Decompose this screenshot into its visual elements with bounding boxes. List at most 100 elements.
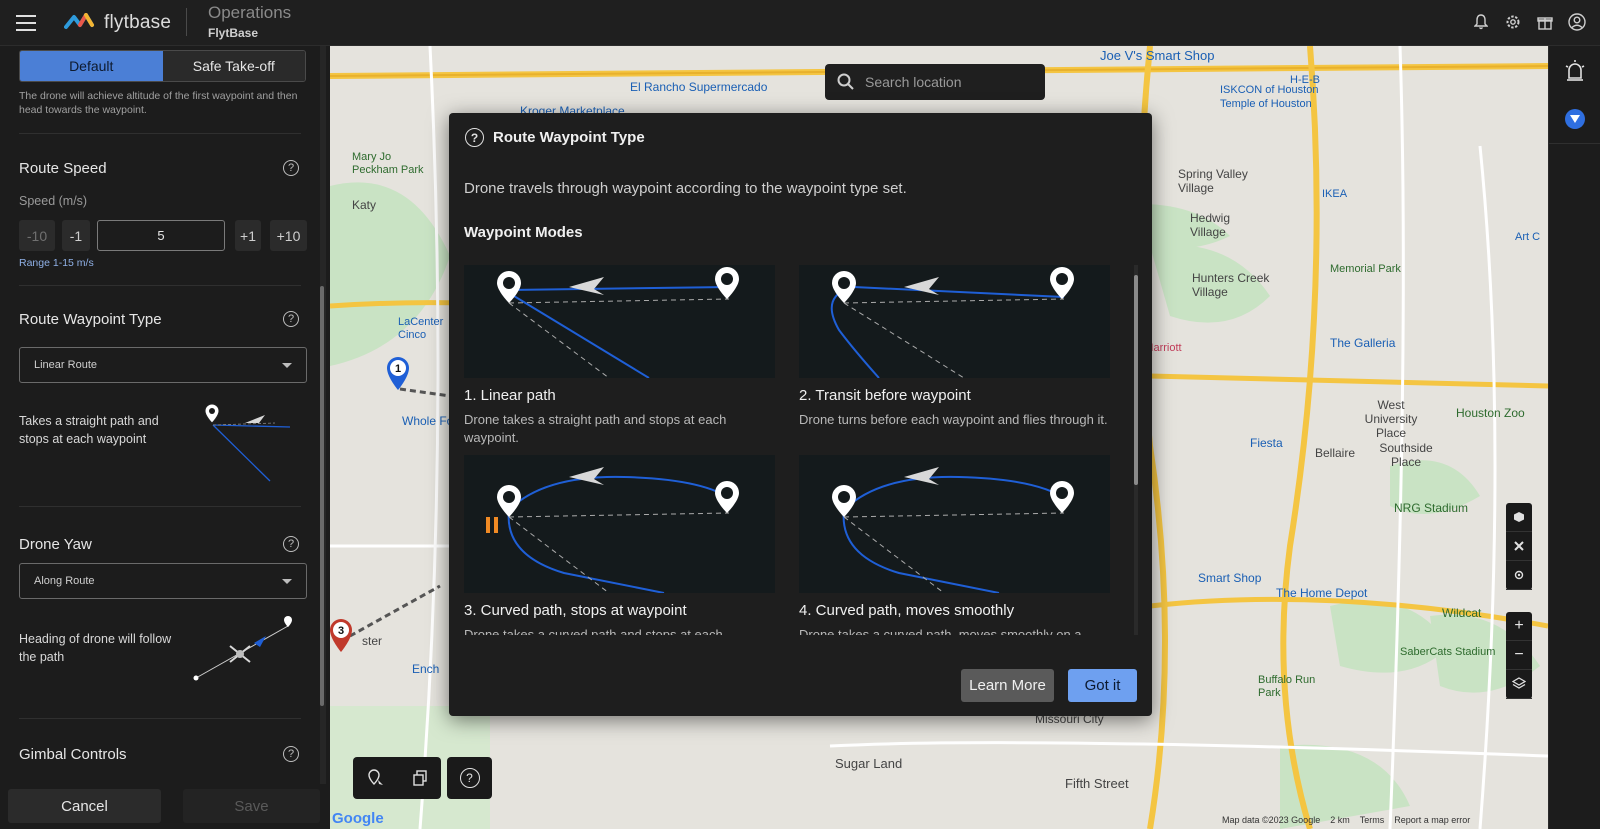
speed-minus-10-button[interactable]: -10 bbox=[19, 220, 55, 251]
map-label: Smart Shop bbox=[1198, 571, 1262, 585]
speed-plus-10-button[interactable]: +10 bbox=[270, 220, 307, 251]
help-icon: ? bbox=[465, 128, 484, 147]
linear-route-illustration bbox=[195, 401, 295, 491]
dialog-scrollbar[interactable] bbox=[1134, 265, 1138, 635]
map-label: Temple of Houston bbox=[1220, 98, 1312, 110]
section-divider bbox=[19, 506, 301, 507]
sidebar-scrollbar[interactable] bbox=[320, 46, 326, 784]
learn-more-button[interactable]: Learn More bbox=[961, 669, 1054, 702]
logo-divider bbox=[186, 8, 187, 36]
map-label: Sugar Land bbox=[835, 756, 903, 771]
hamburger-menu-icon[interactable] bbox=[16, 15, 36, 31]
locate-icon[interactable] bbox=[1506, 561, 1532, 590]
search-location-input[interactable]: Search location bbox=[825, 64, 1045, 100]
layers-icon[interactable] bbox=[1506, 670, 1532, 699]
map-label: Hedwig Village bbox=[1190, 211, 1231, 239]
logo-text: flytbase bbox=[104, 12, 172, 33]
mode-safe-takeoff-tab[interactable]: Safe Take-off bbox=[162, 51, 305, 81]
copy-icon[interactable] bbox=[412, 770, 428, 786]
map-report-link[interactable]: Report a map error bbox=[1394, 815, 1470, 825]
gimbal-help-icon[interactable]: ? bbox=[283, 746, 299, 762]
waypoint-type-title: Route Waypoint Type bbox=[19, 311, 162, 328]
map-view-controls bbox=[1506, 503, 1532, 590]
transit-before-waypoint-illustration bbox=[799, 265, 1110, 379]
map-label: Fifth Street bbox=[1065, 776, 1129, 791]
waypoint-marker-1[interactable]: 1 bbox=[385, 356, 411, 392]
gimbal-controls-title: Gimbal Controls bbox=[19, 746, 127, 763]
add-waypoint-icon[interactable] bbox=[367, 769, 385, 787]
mode-note: The drone will achieve altitude of the f… bbox=[19, 90, 298, 116]
speed-range-hint: Range 1-15 m/s bbox=[19, 257, 94, 269]
gift-icon[interactable] bbox=[1536, 13, 1554, 31]
bell-icon[interactable] bbox=[1472, 13, 1490, 31]
map-terms-link[interactable]: Terms bbox=[1360, 815, 1385, 825]
speed-label: Speed (m/s) bbox=[19, 194, 88, 208]
app-title: Operations bbox=[208, 3, 292, 22]
zoom-controls: + − bbox=[1506, 612, 1532, 699]
map-label: Fiesta bbox=[1250, 436, 1283, 450]
mode-description: Drone takes a straight path and stops at… bbox=[464, 412, 727, 445]
map-label: The Galleria bbox=[1330, 336, 1396, 350]
map-label: Joe V's Smart Shop bbox=[1100, 48, 1215, 63]
mode-default-tab[interactable]: Default bbox=[20, 51, 163, 81]
3d-view-icon[interactable] bbox=[1506, 503, 1532, 532]
section-divider bbox=[19, 133, 301, 134]
google-logo: Google bbox=[332, 810, 384, 827]
drone-yaw-select[interactable]: Along Route bbox=[19, 563, 307, 599]
map-attribution: Map data ©2023 Google bbox=[1222, 815, 1321, 825]
cancel-button[interactable]: Cancel bbox=[8, 789, 161, 823]
map-label: Ench bbox=[412, 662, 440, 676]
map-label: ster bbox=[362, 634, 383, 648]
map-label: Mary Jo Peckham Park bbox=[352, 151, 424, 176]
waypoint-type-select[interactable]: Linear Route bbox=[19, 347, 307, 383]
route-waypoint-type-dialog: ? Route Waypoint Type Drone travels thro… bbox=[449, 113, 1152, 716]
takeoff-mode-toggle: Default Safe Take-off bbox=[19, 50, 306, 82]
navigation-icon[interactable] bbox=[1564, 108, 1586, 130]
top-bar: flytbase Operations FlytBase bbox=[0, 0, 1600, 46]
mode-title: 1. Linear path bbox=[464, 387, 556, 404]
map-label: Memorial Park bbox=[1330, 263, 1401, 275]
zoom-in-icon[interactable]: + bbox=[1506, 612, 1532, 641]
map-label: SaberCats Stadium bbox=[1400, 646, 1496, 658]
drone-yaw-description: Heading of drone will follow the path bbox=[19, 632, 172, 664]
map-label: ISKCON of Houston bbox=[1220, 84, 1319, 96]
curved-path-smooth-illustration bbox=[799, 455, 1110, 594]
map-label: El Rancho Supermercado bbox=[630, 80, 768, 94]
waypoint-type-help-icon[interactable]: ? bbox=[283, 311, 299, 327]
save-button[interactable]: Save bbox=[183, 789, 320, 823]
mode-description: Drone turns before each waypoint and fli… bbox=[799, 412, 1108, 427]
alarm-light-icon[interactable] bbox=[1565, 60, 1585, 82]
route-speed-title: Route Speed bbox=[19, 160, 107, 177]
map-label: West University Place bbox=[1364, 398, 1418, 440]
speed-input[interactable]: 5 bbox=[97, 220, 225, 251]
got-it-button[interactable]: Got it bbox=[1068, 669, 1137, 702]
section-divider bbox=[19, 718, 301, 719]
route-speed-help-icon[interactable]: ? bbox=[283, 160, 299, 176]
drone-yaw-title: Drone Yaw bbox=[19, 536, 92, 553]
map-footer: Map data ©2023 Google 2 km Terms Report … bbox=[1222, 815, 1470, 825]
waypoint-number: 1 bbox=[395, 363, 401, 375]
map-tool-bar bbox=[353, 757, 441, 799]
map-label: Spring Valley Village bbox=[1178, 167, 1248, 195]
gear-icon[interactable] bbox=[1504, 13, 1522, 31]
help-icon: ? bbox=[459, 768, 480, 788]
mode-title: 2. Transit before waypoint bbox=[799, 387, 971, 404]
map-label: Bellaire bbox=[1315, 446, 1356, 460]
waypoint-marker-3[interactable]: 3 bbox=[330, 618, 354, 654]
search-placeholder: Search location bbox=[865, 74, 962, 90]
logo-mark-icon bbox=[64, 13, 94, 29]
account-icon[interactable] bbox=[1568, 13, 1586, 31]
waypoint-number: 3 bbox=[338, 625, 344, 637]
map-label: Katy bbox=[352, 198, 377, 212]
map-label: Southside Place bbox=[1379, 441, 1433, 469]
speed-plus-1-button[interactable]: +1 bbox=[235, 220, 261, 251]
speed-minus-1-button[interactable]: -1 bbox=[62, 220, 90, 251]
drone-yaw-help-icon[interactable]: ? bbox=[283, 536, 299, 552]
waypoint-type-value: Linear Route bbox=[34, 359, 97, 371]
map-scale: 2 km bbox=[1330, 815, 1350, 825]
waypoint-modes-list[interactable]: 1. Linear path Drone takes a straight pa… bbox=[449, 265, 1152, 635]
zoom-out-icon[interactable]: − bbox=[1506, 641, 1532, 670]
fullscreen-icon[interactable] bbox=[1506, 532, 1532, 561]
curved-path-stops-illustration bbox=[464, 455, 775, 594]
map-help-button[interactable]: ? bbox=[447, 757, 492, 799]
